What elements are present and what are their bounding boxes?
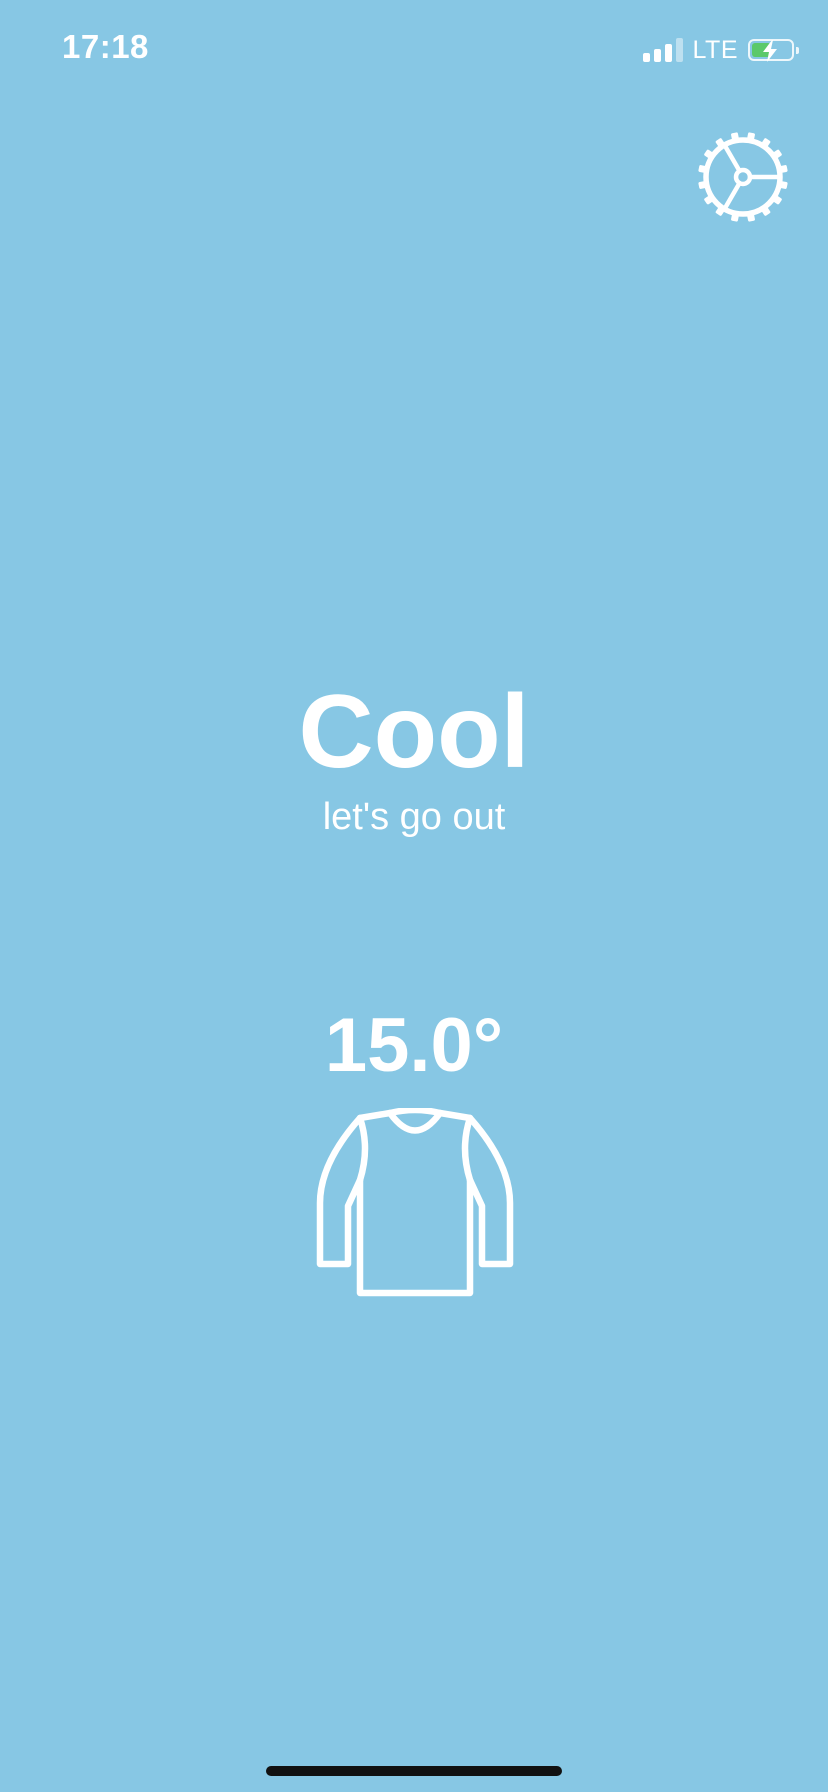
- temperature-value: 15.0°: [324, 1003, 504, 1088]
- status-indicators: LTE: [642, 34, 799, 66]
- signal-bar: [664, 44, 672, 62]
- network-type: LTE: [692, 35, 738, 64]
- condition-message: let's go out: [322, 796, 506, 838]
- app-screen: 17:18 LTE Cool let's go out 15.0°: [0, 0, 828, 1792]
- signal-bar: [653, 49, 661, 62]
- home-indicator[interactable]: [266, 1766, 562, 1776]
- battery-icon: [748, 39, 799, 62]
- settings-button[interactable]: [696, 130, 790, 224]
- status-time: 17:18: [62, 28, 149, 65]
- charging-bolt-icon: [763, 40, 777, 62]
- battery-nub: [796, 47, 799, 54]
- signal-bar: [642, 53, 650, 62]
- gear-icon: [698, 132, 788, 222]
- signal-bar: [675, 38, 683, 62]
- signal-strength-icon: [642, 38, 683, 62]
- long-sleeve-shirt-icon: [316, 1108, 514, 1297]
- condition-title: Cool: [298, 674, 530, 790]
